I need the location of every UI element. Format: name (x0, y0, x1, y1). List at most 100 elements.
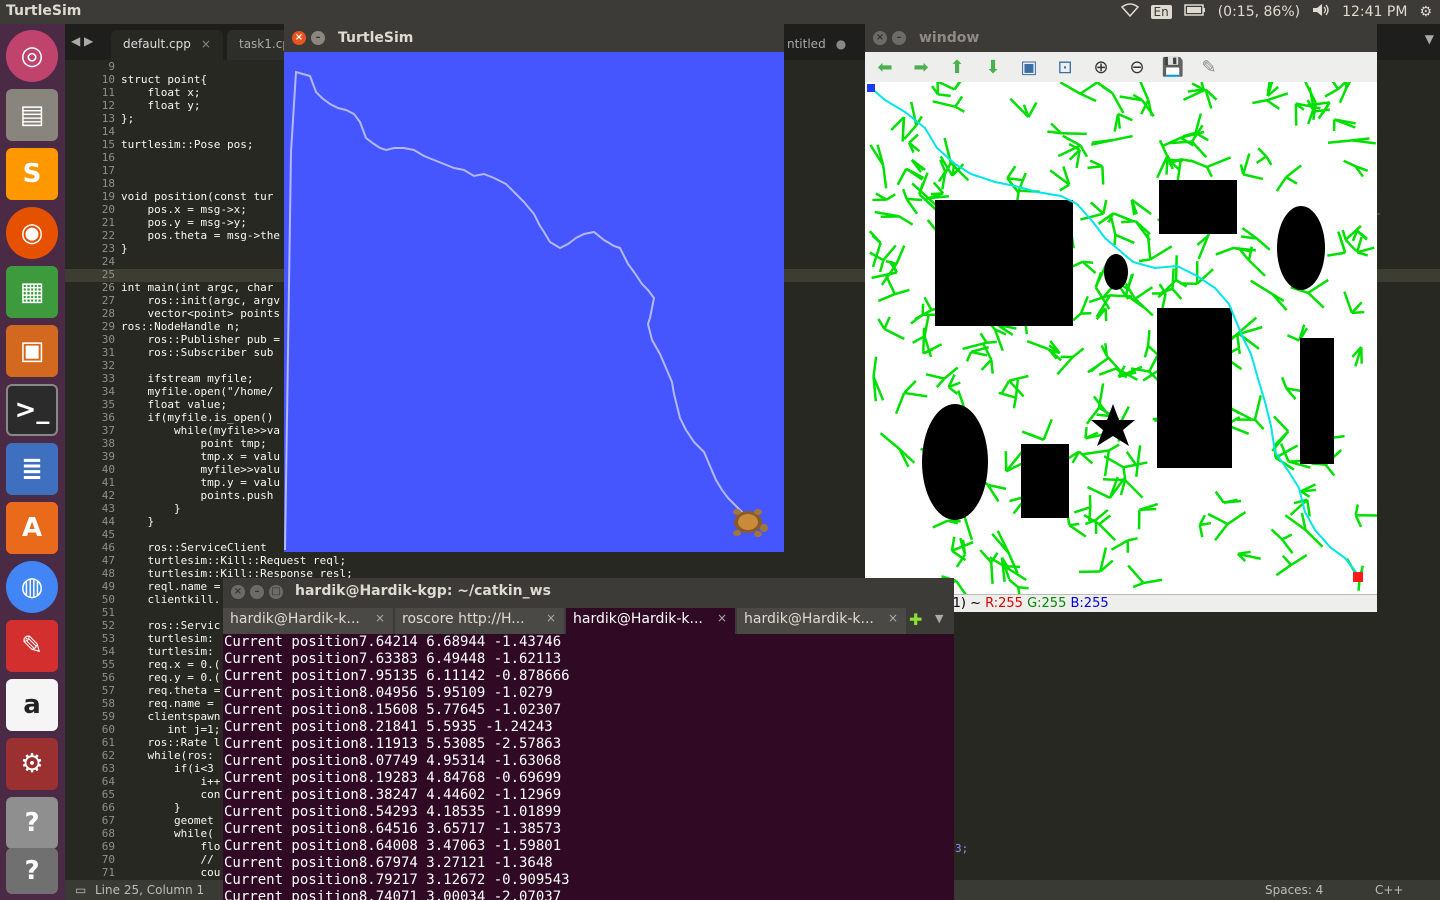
firefox-icon[interactable]: ◉ (6, 207, 58, 259)
clock[interactable]: 12:41 PM (1342, 4, 1407, 20)
tree-edge (963, 515, 974, 541)
minimize-icon[interactable]: – (250, 585, 264, 599)
close-icon[interactable]: × (873, 31, 887, 45)
tree-edge (1270, 528, 1283, 541)
new-tab-icon[interactable]: ✚ (909, 610, 922, 629)
tree-edge (1257, 147, 1268, 158)
line-number: 57 (101, 684, 115, 697)
chrome-icon[interactable]: ◍ (6, 561, 58, 613)
minimize-icon[interactable]: – (311, 31, 325, 45)
close-icon[interactable]: × (546, 611, 556, 625)
indent-setting[interactable]: Spaces: 4 (1265, 883, 1323, 897)
tab-default-cpp[interactable]: default.cpp × (111, 30, 223, 60)
up-icon[interactable]: ⬆ (945, 55, 969, 79)
status-icon[interactable]: ▭ (75, 883, 86, 897)
turtlesim-titlebar[interactable]: × – TurtleSim (284, 24, 784, 52)
terminal-line: Current position8.19283 4.84768 -0.69699 (224, 770, 562, 786)
line-number: 26 (101, 281, 115, 294)
minimize-icon[interactable]: – (892, 31, 906, 45)
forward-icon[interactable]: ➡ (909, 55, 933, 79)
tree-edge (1266, 99, 1280, 110)
tree-edge (1079, 80, 1100, 95)
tree-edge (1275, 176, 1288, 192)
down-icon[interactable]: ⬇ (981, 55, 1005, 79)
tab-nav-arrows[interactable]: ◀ ▶ (71, 34, 93, 48)
terminal-output[interactable]: Current position7.64214 6.68944 -1.43746… (223, 634, 954, 900)
keyboard-indicator[interactable]: En (1150, 5, 1172, 19)
line-number: 29 (101, 320, 115, 333)
close-icon[interactable]: × (888, 611, 898, 625)
tree-edge (1169, 140, 1193, 145)
tree-edge (1198, 524, 1204, 538)
gear-icon[interactable]: ⚙ (1419, 4, 1432, 20)
save-icon[interactable]: 💾 (1161, 55, 1185, 79)
terminal-titlebar[interactable]: × – □ hardik@Hardik-kgp: ~/catkin_ws (223, 578, 954, 606)
tree-edge (1290, 553, 1308, 567)
help-icon[interactable]: ? (6, 797, 58, 849)
image-icon[interactable]: ▣ (1017, 55, 1041, 79)
opencv-titlebar[interactable]: × – window (865, 24, 1377, 52)
tree-edge (1149, 245, 1173, 261)
line-number: 10 (101, 73, 115, 86)
zoom-in-icon[interactable]: ⊕ (1089, 55, 1113, 79)
terminal-tab[interactable]: hardik@Hardik-k... × (566, 608, 735, 634)
close-icon[interactable]: × (717, 611, 727, 625)
writer-icon[interactable]: ≣ (6, 443, 58, 495)
tree-edge (931, 77, 956, 91)
calc-icon[interactable]: ▦ (6, 266, 58, 318)
tree-edge (1237, 550, 1251, 556)
settings-icon[interactable]: ⚙ (6, 738, 58, 790)
tree-edge (868, 230, 882, 244)
tab-task1-cpp[interactable]: task1.cp (227, 30, 290, 60)
tree-edge (965, 351, 973, 362)
files-icon[interactable]: ▤ (6, 89, 58, 141)
sublime-icon[interactable]: S (6, 148, 58, 200)
opencv-window: × – window ⬅ ➡ ⬆ ⬇ ▣ ⊡ ⊕ ⊖ 💾 ✎ ~ R:255 G… (865, 24, 1380, 612)
line-number: 12 (101, 99, 115, 112)
zoom-out-icon[interactable]: ⊖ (1125, 55, 1149, 79)
tab-overflow-icon[interactable]: ▼ (1425, 32, 1434, 46)
tree-edge (922, 343, 943, 355)
back-icon[interactable]: ⬅ (873, 55, 897, 79)
turtle-icon[interactable] (728, 504, 768, 540)
ubuntu-icon[interactable]: ◎ (6, 30, 58, 82)
terminal-tab[interactable]: roscore http://H... × (395, 608, 564, 634)
zoom-fit-icon[interactable]: ⊡ (1053, 55, 1077, 79)
tree-edge (1215, 246, 1234, 256)
tree-edge (1343, 159, 1356, 168)
tree-edge (989, 562, 994, 584)
terminal-tab[interactable]: hardik@Hardik-k... × (223, 608, 393, 634)
tab-untitled[interactable]: ntitled ● (775, 30, 858, 60)
terminal-line: Current position8.21841 5.5935 -1.24243 (224, 719, 553, 735)
tree-edge (1088, 495, 1092, 508)
tree-edge (1014, 379, 1020, 398)
rrt-map-image[interactable] (865, 65, 1380, 607)
battery-icon[interactable] (1183, 4, 1206, 20)
software-center-icon[interactable]: A (6, 502, 58, 554)
volume-icon[interactable] (1312, 3, 1330, 21)
close-icon[interactable]: × (292, 31, 306, 45)
tree-edge (1235, 333, 1241, 355)
wifi-icon[interactable] (1120, 3, 1139, 21)
dirty-dot-icon[interactable]: ● (836, 37, 846, 51)
tree-edge (1304, 529, 1324, 548)
tab-list-icon[interactable]: ▼ (935, 612, 943, 625)
maximize-icon[interactable]: □ (269, 585, 283, 599)
tree-edge (1080, 212, 1104, 221)
tree-edge (970, 350, 988, 357)
pixel-g: G:255 (1027, 596, 1067, 611)
properties-icon[interactable]: ✎ (1197, 55, 1221, 79)
trash-icon[interactable]: ? (6, 848, 58, 894)
terminal-tab[interactable]: hardik@Hardik-k... × (737, 608, 906, 634)
close-icon[interactable]: × (375, 611, 385, 625)
tree-edge (1327, 251, 1346, 257)
close-icon[interactable]: × (231, 585, 245, 599)
close-icon[interactable]: × (201, 37, 211, 51)
evince-icon[interactable]: ✎ (6, 620, 58, 672)
amazon-icon[interactable]: a (6, 679, 58, 731)
tree-edge (1344, 238, 1357, 252)
impress-icon[interactable]: ▣ (6, 325, 58, 377)
battery-status[interactable]: (0:15, 86%) (1218, 4, 1300, 20)
syntax-mode[interactable]: C++ (1375, 883, 1404, 897)
terminal-icon[interactable]: >_ (6, 384, 58, 436)
